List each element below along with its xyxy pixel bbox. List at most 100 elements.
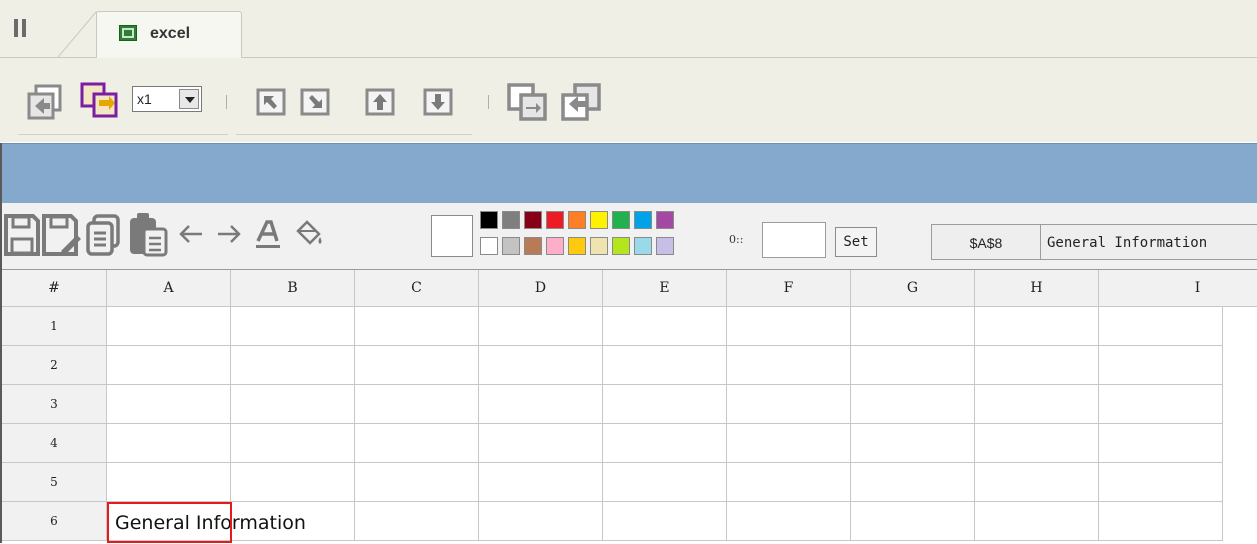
column-header-i[interactable]: I [1099, 270, 1257, 307]
column-header-b[interactable]: B [231, 270, 355, 307]
cell-b3[interactable] [231, 385, 355, 424]
cell-e2[interactable] [603, 346, 727, 385]
color-swatch[interactable] [524, 211, 542, 229]
cell-g2[interactable] [851, 346, 975, 385]
cell-h4[interactable] [975, 424, 1099, 463]
cell-b5[interactable] [231, 463, 355, 502]
column-header-e[interactable]: E [603, 270, 727, 307]
align-top-left-icon[interactable] [256, 88, 286, 116]
cell-i1[interactable] [1099, 307, 1223, 346]
cell-f2[interactable] [727, 346, 851, 385]
copy-back-icon[interactable] [26, 84, 64, 120]
cell-a1[interactable] [107, 307, 231, 346]
cell-g6[interactable] [851, 502, 975, 541]
column-header-h[interactable]: H [975, 270, 1099, 307]
color-swatch[interactable] [546, 211, 564, 229]
color-swatch[interactable] [612, 211, 630, 229]
cell-d5[interactable] [479, 463, 603, 502]
copy-icon[interactable] [84, 213, 124, 257]
paste-icon[interactable] [127, 211, 169, 257]
row-header-5[interactable]: 5 [2, 463, 107, 502]
column-header-d[interactable]: D [479, 270, 603, 307]
current-color-box[interactable] [431, 215, 473, 257]
cell-g4[interactable] [851, 424, 975, 463]
cell-f1[interactable] [727, 307, 851, 346]
cell-a2[interactable] [107, 346, 231, 385]
save-icon[interactable] [3, 213, 41, 257]
cell-d6[interactable] [479, 502, 603, 541]
cell-reference-field[interactable]: $A$8 [931, 224, 1041, 260]
row-header-1[interactable]: 1 [2, 307, 107, 346]
set-button[interactable]: Set [835, 227, 877, 257]
color-swatch[interactable] [634, 211, 652, 229]
cell-d1[interactable] [479, 307, 603, 346]
color-swatch[interactable] [590, 211, 608, 229]
cell-a5[interactable] [107, 463, 231, 502]
color-swatch[interactable] [502, 211, 520, 229]
redo-arrow-icon[interactable] [214, 221, 244, 247]
cell-e5[interactable] [603, 463, 727, 502]
cell-b2[interactable] [231, 346, 355, 385]
cell-a4[interactable] [107, 424, 231, 463]
cell-f4[interactable] [727, 424, 851, 463]
cell-g3[interactable] [851, 385, 975, 424]
chevron-down-icon[interactable] [179, 89, 199, 109]
color-swatch[interactable] [502, 237, 520, 255]
cell-h5[interactable] [975, 463, 1099, 502]
row-header-2[interactable]: 2 [2, 346, 107, 385]
row-header-6[interactable]: 6 [2, 502, 107, 541]
color-swatch[interactable] [524, 237, 542, 255]
cell-d2[interactable] [479, 346, 603, 385]
color-swatch[interactable] [634, 237, 652, 255]
cell-g1[interactable] [851, 307, 975, 346]
undo-arrow-icon[interactable] [176, 221, 206, 247]
cell-c5[interactable] [355, 463, 479, 502]
color-swatch[interactable] [590, 237, 608, 255]
column-header-c[interactable]: C [355, 270, 479, 307]
bring-forward-icon[interactable] [506, 82, 550, 122]
tab-handle-icon[interactable] [14, 19, 26, 37]
zoom-select[interactable]: x1 [132, 86, 202, 112]
align-bottom-right-icon[interactable] [300, 88, 330, 116]
cell-i6[interactable] [1099, 502, 1223, 541]
cell-e6[interactable] [603, 502, 727, 541]
font-color-icon[interactable] [253, 219, 283, 251]
cell-i3[interactable] [1099, 385, 1223, 424]
cell-e3[interactable] [603, 385, 727, 424]
cell-f5[interactable] [727, 463, 851, 502]
color-swatch[interactable] [480, 237, 498, 255]
color-swatch[interactable] [568, 237, 586, 255]
cell-f6[interactable] [727, 502, 851, 541]
cell-c1[interactable] [355, 307, 479, 346]
move-up-icon[interactable] [365, 88, 395, 116]
cell-h2[interactable] [975, 346, 1099, 385]
cell-i5[interactable] [1099, 463, 1223, 502]
cell-g5[interactable] [851, 463, 975, 502]
cell-h3[interactable] [975, 385, 1099, 424]
color-swatch[interactable] [546, 237, 564, 255]
cell-i4[interactable] [1099, 424, 1223, 463]
color-swatch[interactable] [568, 211, 586, 229]
cell-i2[interactable] [1099, 346, 1223, 385]
save-as-icon[interactable] [41, 213, 81, 257]
cell-f3[interactable] [727, 385, 851, 424]
move-down-icon[interactable] [423, 88, 453, 116]
cell-a3[interactable] [107, 385, 231, 424]
cell-c6[interactable] [355, 502, 479, 541]
selected-cell-highlight[interactable] [107, 502, 232, 543]
cell-c3[interactable] [355, 385, 479, 424]
cell-h6[interactable] [975, 502, 1099, 541]
color-swatch[interactable] [612, 237, 630, 255]
cell-c2[interactable] [355, 346, 479, 385]
row-header-4[interactable]: 4 [2, 424, 107, 463]
cell-c4[interactable] [355, 424, 479, 463]
color-swatch[interactable] [656, 237, 674, 255]
cell-b4[interactable] [231, 424, 355, 463]
column-header-g[interactable]: G [851, 270, 975, 307]
cell-e4[interactable] [603, 424, 727, 463]
cell-d3[interactable] [479, 385, 603, 424]
tab-excel[interactable]: excel [96, 11, 242, 59]
cell-value-field[interactable]: General Information [1040, 224, 1257, 260]
cell-d4[interactable] [479, 424, 603, 463]
send-backward-icon[interactable] [560, 82, 604, 122]
